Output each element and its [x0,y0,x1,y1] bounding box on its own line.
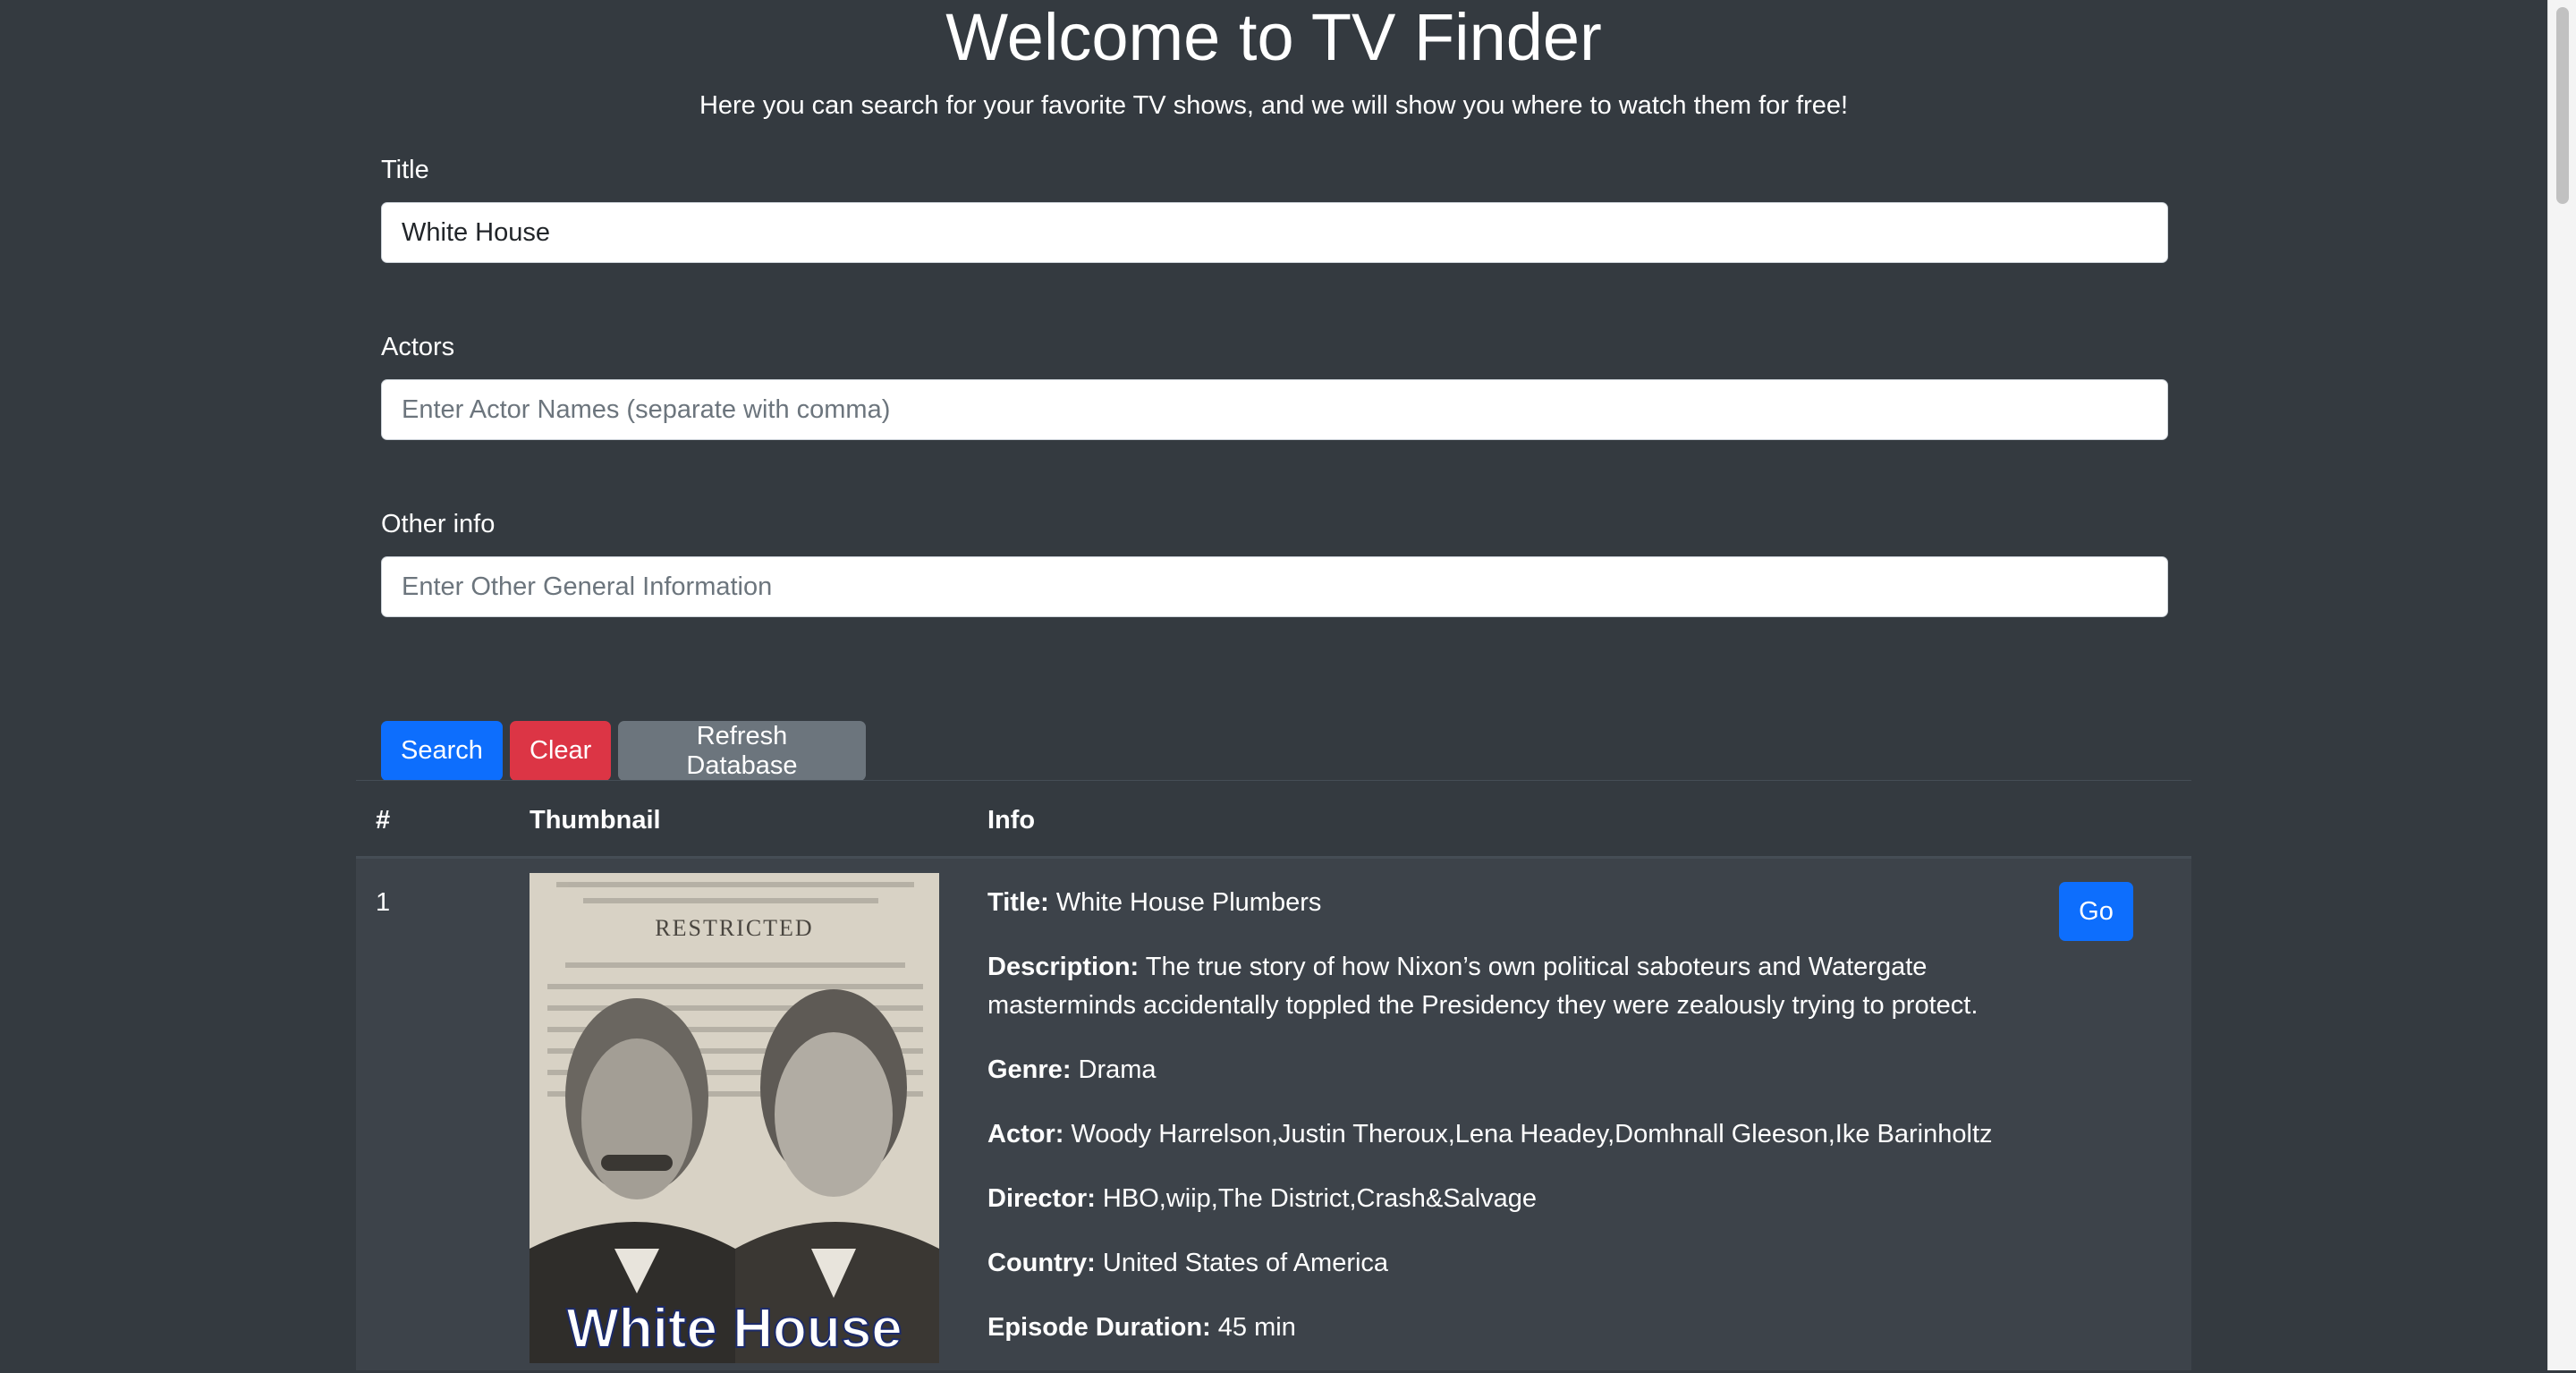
other-info-label: Other info [381,510,496,538]
vertical-scrollbar[interactable] [2547,0,2576,1370]
table-header: # Thumbnail Info [356,780,2191,859]
actors-label: Actors [381,333,455,361]
results-table: # Thumbnail Info 1 RESTRICTED White Hous… [356,780,2191,1370]
thumbnail-stamp: RESTRICTED [655,915,813,941]
page-title: Welcome to TV Finder [945,0,1602,74]
column-header-thumbnail: Thumbnail [530,806,661,835]
thumbnail-caption: White House [566,1298,902,1360]
info-description: Description: The true story of how Nixon… [987,953,1979,1020]
info-episode-duration: Episode Duration: 45 min [987,1313,1296,1342]
show-info: Title: White House Plumbers Description:… [987,884,2025,1373]
clear-button[interactable]: Clear [510,721,611,781]
thumbnail-poster-image: RESTRICTED White House [530,873,939,1363]
info-title: Title: White House Plumbers [987,888,1322,917]
table-row: 1 RESTRICTED White House Title: White Ho… [356,859,2191,1370]
info-genre: Genre: Drama [987,1055,1157,1084]
refresh-database-button[interactable]: Refresh Database [618,721,866,781]
actors-input[interactable] [381,379,2168,440]
info-country: Country: United States of America [987,1249,1389,1277]
show-thumbnail: RESTRICTED White House [530,873,939,1363]
title-label: Title [381,156,429,184]
search-button[interactable]: Search [381,721,503,781]
other-info-input[interactable] [381,556,2168,617]
column-header-number: # [376,806,391,835]
page-subtitle: Here you can search for your favorite TV… [699,91,1849,120]
page: Welcome to TV Finder Here you can search… [0,0,2547,1370]
go-button[interactable]: Go [2059,882,2133,941]
title-input[interactable] [381,202,2168,263]
scrollbar-thumb[interactable] [2556,7,2569,204]
column-header-info: Info [987,806,1036,835]
info-actor: Actor: Woody Harrelson,Justin Theroux,Le… [987,1120,1993,1148]
info-director: Director: HBO,wiip,The District,Crash&Sa… [987,1184,1538,1213]
row-number: 1 [376,888,391,917]
